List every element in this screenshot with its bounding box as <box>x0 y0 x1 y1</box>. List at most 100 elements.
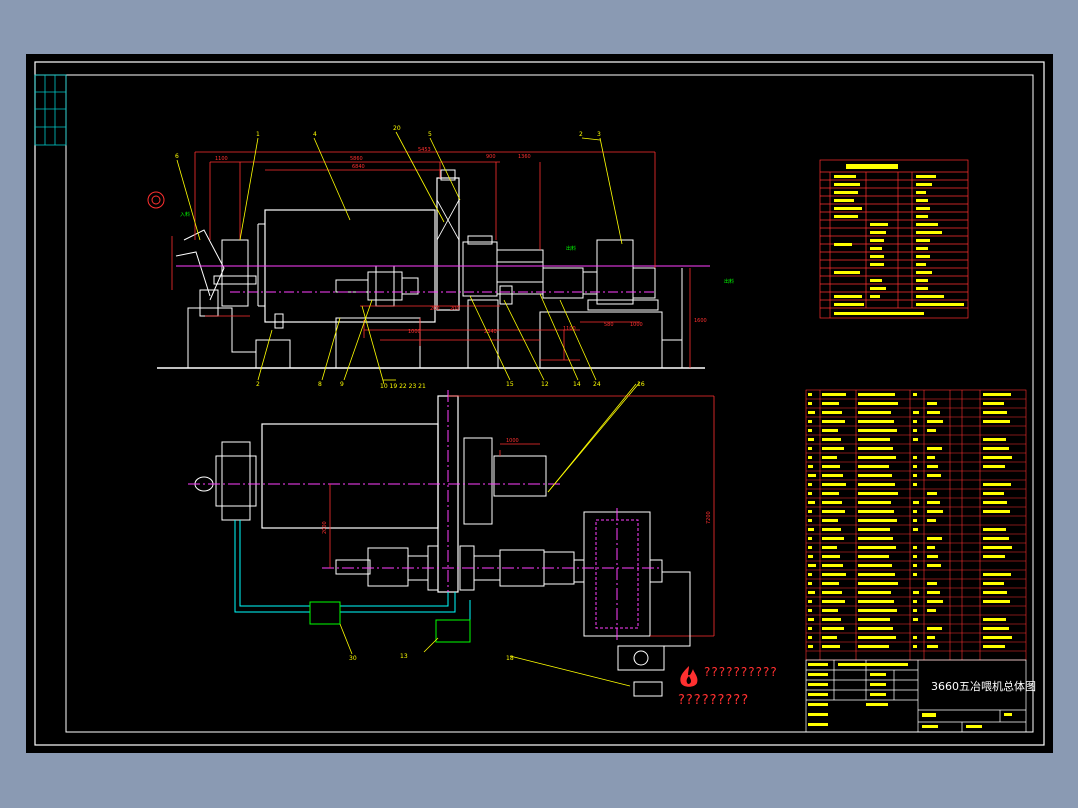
parts-list-cell-text <box>983 456 1012 459</box>
svg-text:1000: 1000 <box>506 438 519 444</box>
parts-list-cell-text <box>983 501 1007 504</box>
svg-text:1000: 1000 <box>630 322 643 328</box>
parts-list-cell-text <box>983 411 1007 414</box>
parts-list-cell-text <box>858 420 894 423</box>
parts-list-cell-text <box>927 591 940 594</box>
parts-list-cell-text <box>858 528 890 531</box>
parts-list-cell-text <box>913 645 917 648</box>
svg-text:1600: 1600 <box>694 318 707 324</box>
parts-list-cell-text <box>822 582 839 585</box>
parts-list-cell-text <box>983 636 1012 639</box>
parts-list-cell-text <box>927 600 943 603</box>
svg-text:5860: 5860 <box>350 156 363 162</box>
parts-list-cell-text <box>808 510 812 513</box>
parts-list-cell-text <box>822 483 846 486</box>
parts-list-cell-text <box>822 636 837 639</box>
parts-list-cell-text <box>858 609 897 612</box>
svg-text:1100: 1100 <box>215 156 228 162</box>
parts-list-cell-text <box>808 618 814 621</box>
parts-list-cell-text <box>983 591 1007 594</box>
drawing-title: 3660五冶喂机总体图 <box>931 680 1036 693</box>
parts-list-cell-text <box>913 528 918 531</box>
parts-list-cell-text <box>808 636 812 639</box>
svg-text:1360: 1360 <box>518 154 531 160</box>
parts-list-cell-text <box>822 438 841 441</box>
svg-text:2: 2 <box>579 131 583 138</box>
parts-list-cell-text <box>913 474 917 477</box>
parts-list-cell-text <box>983 510 1010 513</box>
flame-logo-icon <box>680 666 698 687</box>
svg-text:出料: 出料 <box>724 278 734 285</box>
svg-text:12: 12 <box>541 381 549 388</box>
parts-list-cell-text <box>822 411 842 414</box>
parts-list-cell-text <box>983 618 1006 621</box>
title-block <box>805 659 1027 733</box>
svg-text:1: 1 <box>256 131 260 138</box>
svg-text:9: 9 <box>340 381 344 388</box>
parts-list-cell-text <box>983 546 1012 549</box>
parts-list-cell-text <box>913 429 917 432</box>
parts-list-cell-text <box>927 492 937 495</box>
parts-list-cell-text <box>808 438 814 441</box>
parts-list-cell-text <box>808 492 812 495</box>
parts-list-cell-text <box>983 393 1011 396</box>
parts-list-cell-text <box>858 645 889 648</box>
svg-text:580: 580 <box>604 322 614 328</box>
parts-list-cell-text <box>913 609 917 612</box>
parts-list-cell-text <box>983 573 1011 576</box>
parts-list-cell-text <box>808 447 812 450</box>
parts-list-cell-text <box>822 609 838 612</box>
svg-text:5: 5 <box>428 131 432 138</box>
parts-list-cell-text <box>927 519 936 522</box>
parts-list-cell-text <box>858 411 891 414</box>
svg-text:30: 30 <box>349 655 357 662</box>
svg-text:4: 4 <box>313 131 317 138</box>
svg-text:18: 18 <box>506 655 514 662</box>
parts-list-cell-text <box>927 429 936 432</box>
parts-list-cell-text <box>822 618 841 621</box>
parts-list-cell-text <box>913 483 917 486</box>
svg-text:15: 15 <box>506 381 514 388</box>
parts-list-cell-text <box>927 582 937 585</box>
parts-list-cell-text <box>983 483 1011 486</box>
parts-list-cell-text <box>808 546 812 549</box>
title-block-text <box>808 663 1012 728</box>
elevation-view <box>157 169 705 369</box>
parts-list-cell-text <box>808 564 816 567</box>
parts-list-cell-text <box>927 465 938 468</box>
parts-list-cell-text <box>927 510 943 513</box>
parts-list-cell-text <box>822 555 840 558</box>
parts-list-cell-text <box>983 492 1004 495</box>
svg-text:1000: 1000 <box>408 329 421 335</box>
parts-list-cell-text <box>913 510 917 513</box>
svg-text:6: 6 <box>175 153 179 160</box>
plan-balloons: 30 13 18 <box>349 653 514 662</box>
parts-list-cell-text <box>858 474 892 477</box>
parts-list-cell-text <box>913 519 917 522</box>
parts-list-cell-text <box>983 438 1006 441</box>
parts-list-cell-text <box>858 636 896 639</box>
svg-text:10 19 22 23 21: 10 19 22 23 21 <box>380 383 426 390</box>
parts-list-cell-text <box>983 582 1004 585</box>
parts-list-cell-text <box>808 429 812 432</box>
parts-list-cell-text <box>808 501 815 504</box>
parts-list-cell-text <box>858 492 898 495</box>
svg-text:900: 900 <box>486 154 496 160</box>
flow-arrows: 出料出料入料 <box>180 211 734 285</box>
parts-list-cell-text <box>808 528 814 531</box>
parts-list-cell-text <box>913 591 919 594</box>
plan-leaders <box>339 383 637 687</box>
parts-list-cell-text <box>822 402 839 405</box>
parts-list-cell-text <box>983 465 1005 468</box>
parts-list-cell-text <box>983 420 1010 423</box>
plan-centerlines <box>188 390 660 640</box>
parts-list-cell-text <box>983 447 1009 450</box>
parts-list-cell-text <box>858 483 895 486</box>
parts-list-cell-text <box>858 519 897 522</box>
parts-list-cell-text <box>927 402 937 405</box>
left-stamp-block <box>34 74 67 146</box>
plan-dim-text: 1000 2000 7200 <box>322 438 712 534</box>
svg-text:出料: 出料 <box>566 245 576 252</box>
parts-list-cell-text <box>808 393 812 396</box>
svg-text:24: 24 <box>593 381 601 388</box>
